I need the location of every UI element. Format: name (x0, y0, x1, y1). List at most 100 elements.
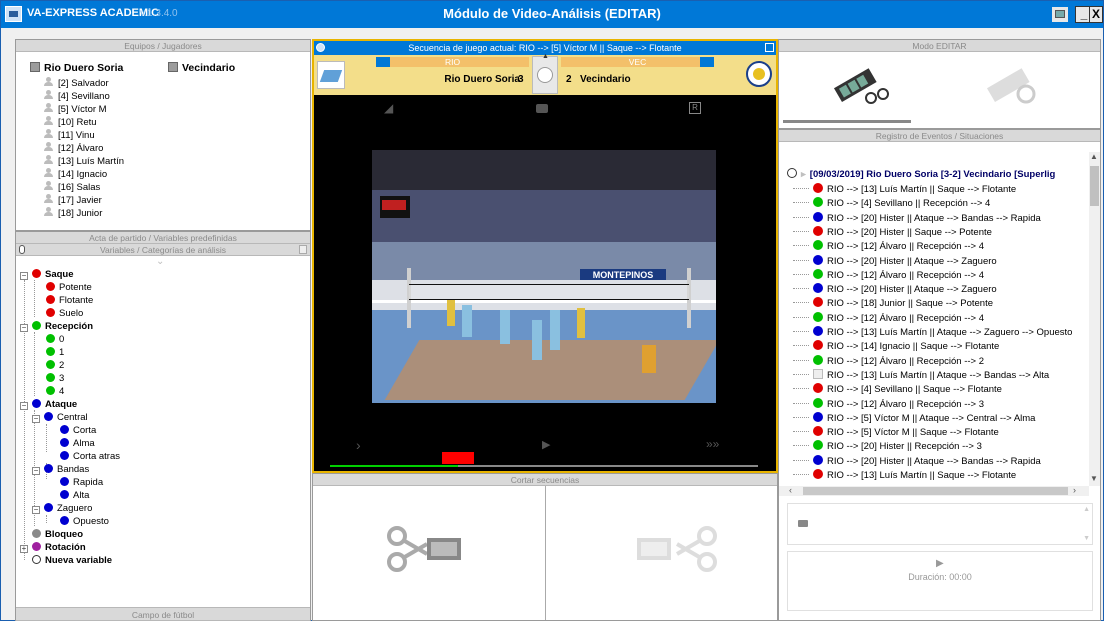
tree-alma[interactable]: Alma (60, 437, 95, 450)
tree-zaguero[interactable]: Zaguero (44, 502, 92, 515)
event-item[interactable]: RIO --> [14] Ignacio || Saque --> Flotan… (793, 340, 999, 353)
gray-dot-icon (32, 529, 41, 538)
events-hscroll[interactable]: ‹ › (779, 485, 1089, 496)
panel-options-icon[interactable] (299, 245, 307, 254)
edit-search-button[interactable] (984, 58, 1044, 108)
mic-icon[interactable] (19, 245, 25, 254)
event-item[interactable]: RIO --> [12] Álvaro || Recepción --> 2 (793, 354, 984, 368)
match-title[interactable]: ▸ [09/03/2019] Rio Duero Soria [3-2] Veci… (787, 168, 1055, 181)
tree-saque[interactable]: Saque (32, 268, 74, 281)
settings-button[interactable] (1051, 6, 1069, 23)
tree-opuesto[interactable]: Opuesto (60, 515, 109, 528)
expand-toggle-icon[interactable]: + (20, 545, 28, 553)
event-item[interactable]: RIO --> [4] Sevillano || Saque --> Flota… (793, 383, 1002, 396)
expand-toggle-icon[interactable]: − (20, 324, 28, 332)
expand-video-icon[interactable] (765, 43, 774, 52)
event-item[interactable]: RIO --> [4] Sevillano || Recepción --> 4 (793, 197, 990, 210)
expand-toggle-icon[interactable]: − (32, 415, 40, 423)
tree-recepcion-4[interactable]: 4 (46, 385, 64, 398)
player-item[interactable]: [10] Retu (44, 116, 97, 128)
event-item[interactable]: RIO --> [13] Luís Martín || Ataque --> B… (793, 368, 1049, 382)
player-item[interactable]: [5] Víctor M (44, 103, 107, 115)
tree-recepcion-0[interactable]: 0 (46, 333, 64, 346)
camera-icon[interactable] (536, 104, 548, 113)
scroll-right-icon[interactable]: › (1073, 485, 1076, 495)
player-item[interactable]: [14] Ignacio (44, 168, 107, 180)
tree-suelo[interactable]: Suelo (46, 307, 83, 320)
edit-cut-button[interactable] (831, 58, 891, 108)
expand-toggle-icon[interactable]: − (32, 506, 40, 514)
fast-forward-icon[interactable]: »» (706, 437, 719, 451)
volume-icon[interactable]: ◢ (384, 101, 393, 115)
comment-box[interactable]: ▲ ▼ (787, 503, 1093, 545)
tree-nueva-variable[interactable]: Nueva variable (32, 554, 112, 567)
collapse-chevron-icon[interactable]: ⌄ (156, 256, 164, 267)
video-progress-thumb[interactable] (442, 452, 475, 464)
scroll-left-icon[interactable]: ‹ (789, 485, 792, 495)
event-item[interactable]: RIO --> [20] Hister || Saque --> Potente (793, 225, 992, 239)
blue-dot-icon (44, 503, 53, 512)
tree-bandas[interactable]: Bandas (44, 463, 89, 476)
tree-recepcion-1[interactable]: 1 (46, 346, 64, 359)
expand-toggle-icon[interactable]: − (20, 402, 28, 410)
expand-toggle-icon[interactable]: − (32, 467, 40, 475)
cut-start-button[interactable] (383, 524, 473, 574)
home-team[interactable]: Rio Duero Soria (30, 62, 123, 74)
campo-footer[interactable]: Campo de fútbol (16, 607, 310, 621)
scroll-up-icon[interactable]: ▲ (1090, 152, 1098, 161)
event-item[interactable]: RIO --> [20] Hister || Ataque --> Bandas… (793, 454, 1041, 468)
tree-central[interactable]: Central (44, 411, 88, 424)
event-item[interactable]: RIO --> [5] Víctor M || Saque --> Flotan… (793, 426, 999, 439)
event-item[interactable]: RIO --> [13] Luís Martín || Saque --> Fl… (793, 183, 1016, 196)
record-icon[interactable]: R (689, 102, 701, 114)
sequence-settings-icon[interactable] (316, 43, 325, 52)
tree-flotante[interactable]: Flotante (46, 294, 93, 307)
person-icon (44, 207, 53, 217)
tree-ataque[interactable]: Ataque (32, 398, 77, 411)
cut-end-button[interactable] (631, 524, 721, 574)
event-list[interactable]: ▸ [09/03/2019] Rio Duero Soria [3-2] Veci… (779, 152, 1089, 486)
tree-corta[interactable]: Corta (60, 424, 96, 437)
close-button[interactable]: X (1089, 6, 1103, 23)
player-item[interactable]: [17] Javier (44, 194, 102, 206)
event-item[interactable]: RIO --> [12] Álvaro || Recepción --> 4 (793, 311, 984, 325)
event-item[interactable]: RIO --> [20] Hister || Recepción --> 3 (793, 440, 982, 453)
events-vscroll[interactable]: ▲ ▼ (1089, 152, 1100, 486)
tree-bloqueo[interactable]: Bloqueo (32, 528, 83, 541)
event-item[interactable]: RIO --> [13] Luís Martín || Saque --> Fl… (793, 469, 1016, 482)
event-item[interactable]: RIO --> [12] Álvaro || Recepción --> 4 (793, 240, 984, 253)
player-item[interactable]: [16] Salas (44, 181, 100, 193)
event-item[interactable]: RIO --> [12] Álvaro || Recepción --> 4 (793, 268, 984, 282)
tree-potente[interactable]: Potente (46, 281, 92, 294)
player-item[interactable]: [11] Vinu (44, 129, 95, 141)
acta-header[interactable]: Acta de partido / Variables predefinidas (16, 232, 310, 244)
event-item[interactable]: RIO --> [18] Junior || Saque --> Potente (793, 297, 993, 310)
event-item[interactable]: RIO --> [20] Hister || Ataque --> Zaguer… (793, 283, 997, 296)
tree-recepcion[interactable]: Recepción (32, 320, 93, 333)
tree-rotacion[interactable]: Rotación (32, 541, 86, 554)
event-item[interactable]: RIO --> [5] Víctor M || Ataque --> Centr… (793, 411, 1035, 425)
event-item[interactable]: RIO --> [13] Luís Martín || Ataque --> Z… (793, 326, 1072, 339)
event-item[interactable]: RIO --> [12] Álvaro || Recepción --> 3 (793, 397, 984, 411)
player-item[interactable]: [12] Álvaro (44, 142, 103, 154)
play-icon[interactable]: ▶ (542, 438, 550, 451)
video-progress-track[interactable] (330, 465, 758, 467)
events-vscroll-thumb[interactable] (1090, 166, 1099, 206)
event-item[interactable]: RIO --> [20] Hister || Ataque --> Zaguer… (793, 254, 997, 268)
tree-corta-atras[interactable]: Corta atras (60, 450, 120, 463)
tree-rapida[interactable]: Rapida (60, 476, 103, 489)
clip-play-icon[interactable]: ▶ (936, 558, 944, 569)
tree-recepcion-2[interactable]: 2 (46, 359, 64, 372)
prev-icon[interactable]: › (356, 437, 361, 453)
player-item[interactable]: [2] Salvador (44, 77, 109, 89)
player-item[interactable]: [13] Luís Martín (44, 155, 124, 167)
events-hscroll-thumb[interactable] (803, 487, 1068, 495)
scroll-down-icon[interactable]: ▼ (1090, 474, 1098, 483)
tree-recepcion-3[interactable]: 3 (46, 372, 64, 385)
event-item[interactable]: RIO --> [20] Hister || Ataque --> Bandas… (793, 211, 1041, 225)
player-item[interactable]: [18] Junior (44, 207, 102, 219)
away-team[interactable]: Vecindario (168, 62, 235, 74)
player-item[interactable]: [4] Sevillano (44, 90, 110, 102)
expand-toggle-icon[interactable]: − (20, 272, 28, 280)
tree-alta[interactable]: Alta (60, 489, 89, 502)
